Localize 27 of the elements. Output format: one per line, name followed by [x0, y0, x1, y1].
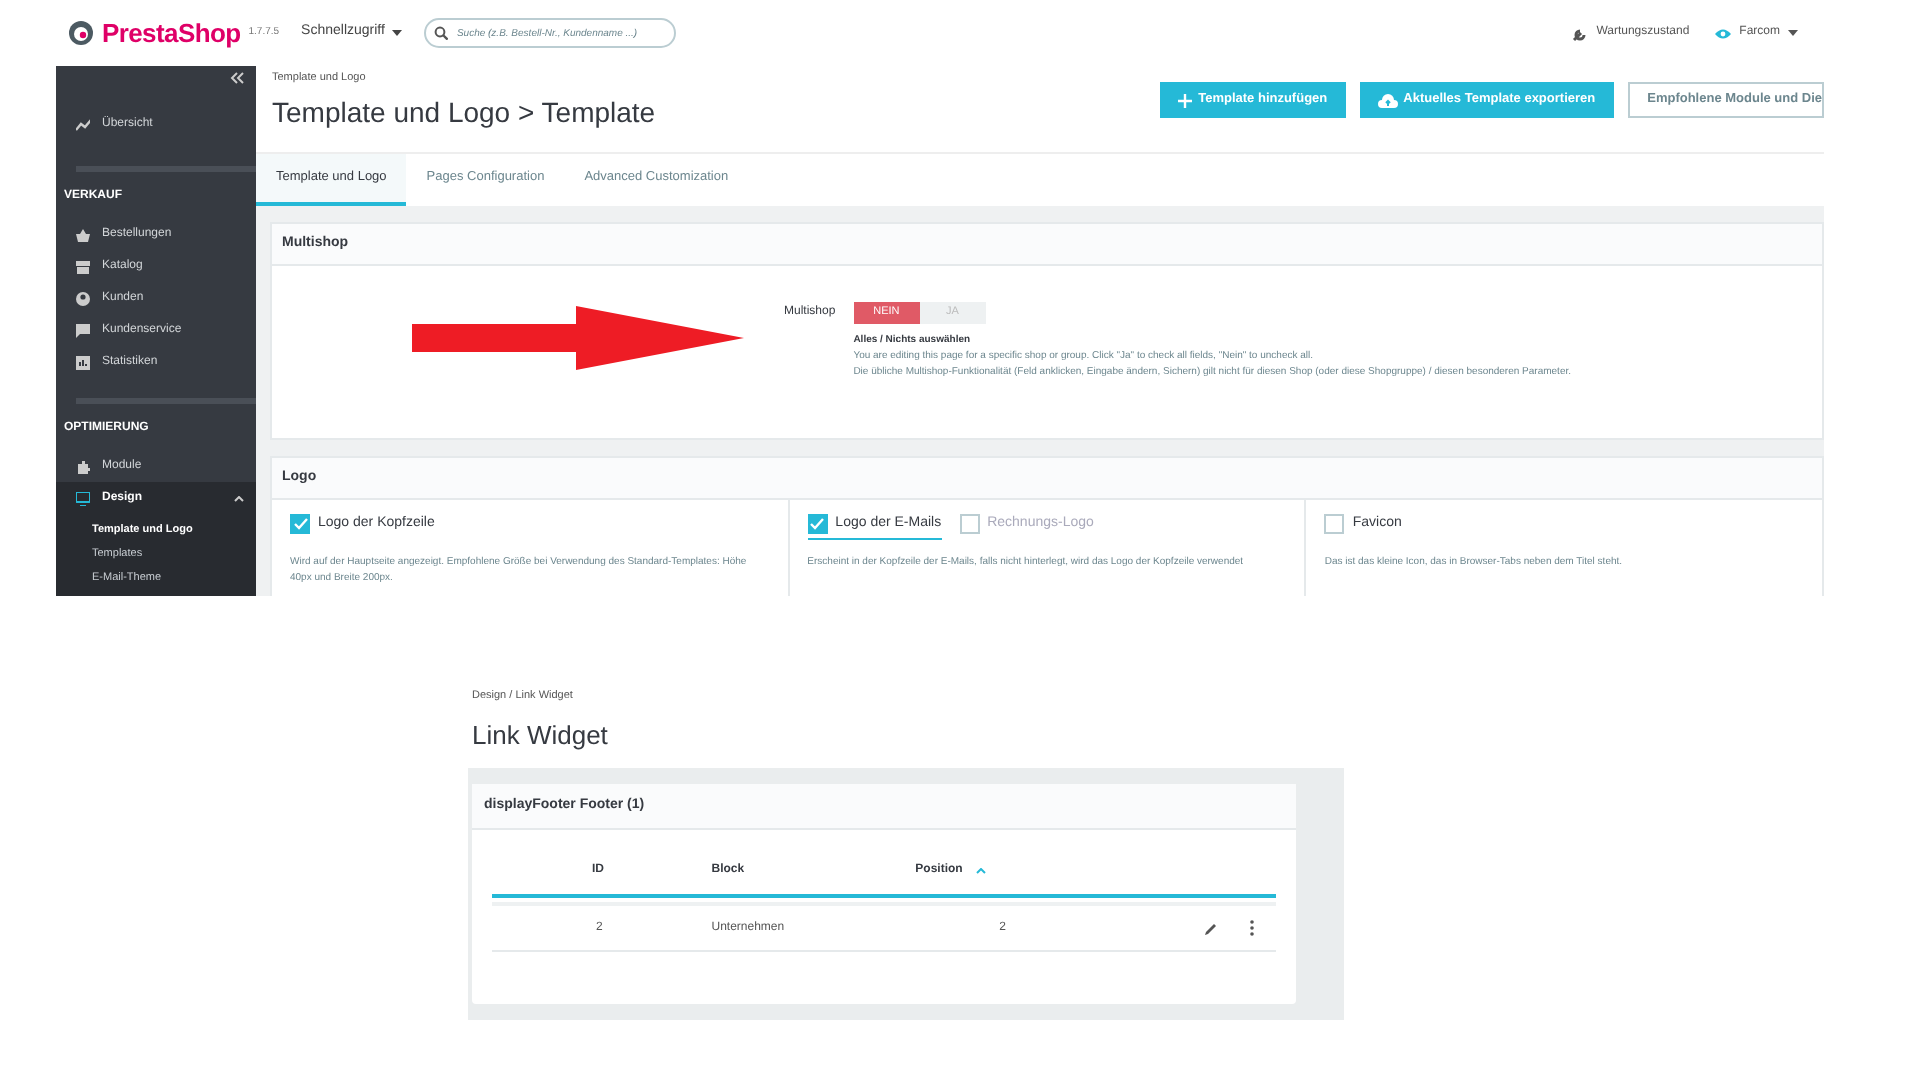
logo-text: PrestaShop	[102, 15, 241, 52]
caret-icon	[392, 29, 403, 37]
eye-icon	[1713, 27, 1732, 39]
menu-icon	[76, 323, 90, 337]
collapse-button[interactable]	[230, 72, 244, 84]
double-chevron-icon	[230, 72, 244, 84]
cloud-upload-icon	[1377, 93, 1398, 108]
checkbox[interactable]	[1324, 514, 1345, 535]
logo-icon	[68, 20, 94, 46]
caret-icon	[1788, 29, 1798, 37]
menu-icon	[76, 259, 90, 273]
wrench-icon	[1572, 25, 1589, 41]
checkbox[interactable]	[959, 514, 980, 535]
menu-icon	[76, 117, 90, 131]
page-title: Template und Logo > Template	[272, 94, 656, 133]
checkbox[interactable]	[807, 514, 828, 535]
menu-icon	[76, 355, 90, 369]
plus-icon	[1178, 93, 1193, 108]
checkbox[interactable]	[290, 514, 310, 535]
pencil-icon	[1204, 921, 1218, 935]
menu-icon	[76, 227, 90, 241]
search-icon	[434, 26, 449, 40]
edit-button[interactable]	[1204, 921, 1218, 935]
page-title: Link Widget	[472, 718, 610, 755]
menu-icon	[76, 491, 90, 505]
menu-icon	[76, 459, 90, 473]
menu-icon	[76, 291, 90, 305]
